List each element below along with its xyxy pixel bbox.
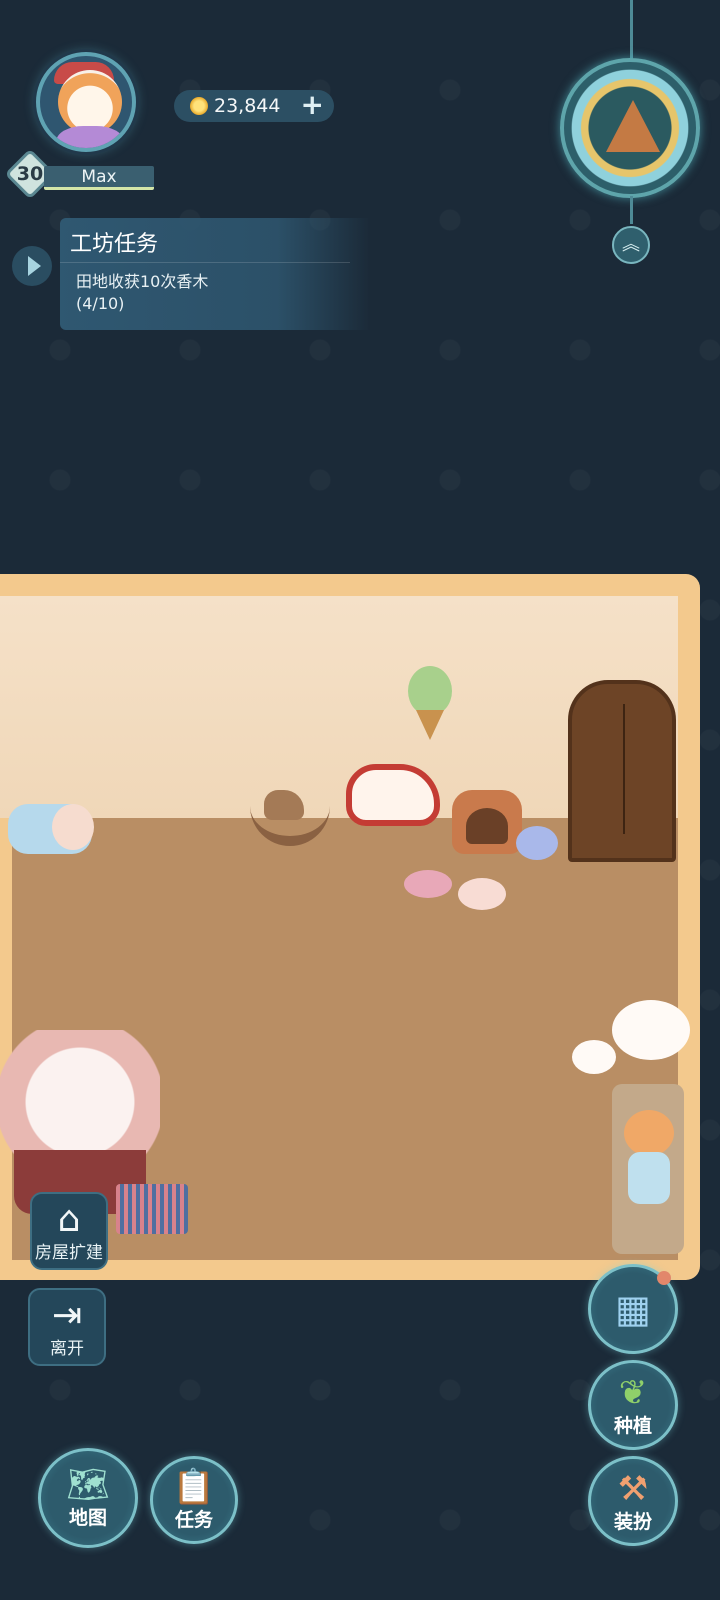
- toy-trumpet[interactable]: [404, 870, 452, 898]
- player-name: Max: [44, 166, 154, 190]
- quest-panel[interactable]: 工坊任务 田地收获10次香木 (4/10): [60, 218, 370, 330]
- dressup-label: 装扮: [613, 1511, 652, 1533]
- cupcake-stool[interactable]: [572, 1040, 616, 1074]
- task-button[interactable]: 📋 任务: [150, 1456, 238, 1544]
- house-expand-button[interactable]: ⌂ 房屋扩建: [30, 1192, 108, 1270]
- notification-dot: [657, 1271, 671, 1285]
- house-icon: ⌂: [57, 1199, 81, 1240]
- sleeping-corgi[interactable]: [624, 1110, 674, 1210]
- sleeping-character[interactable]: [8, 804, 94, 854]
- sleigh-bed[interactable]: [346, 764, 440, 826]
- coin-icon: [190, 97, 208, 115]
- add-coins-button[interactable]: +: [301, 90, 324, 120]
- flower-cushion[interactable]: [516, 826, 558, 860]
- task-label: 任务: [174, 1509, 213, 1531]
- cat-house[interactable]: [452, 790, 522, 854]
- map-icon: 🗺: [66, 1465, 110, 1505]
- quest-description: 田地收获10次香木: [76, 272, 209, 291]
- leave-label: 离开: [50, 1339, 84, 1359]
- clipboard-icon: 📋: [172, 1467, 216, 1507]
- player-avatar[interactable]: [36, 52, 136, 152]
- quest-progress: (4/10): [76, 294, 125, 313]
- quest-toggle-button[interactable]: [12, 246, 52, 286]
- tent-icon: [606, 100, 660, 152]
- woven-basket[interactable]: [116, 1184, 188, 1234]
- wardrobe[interactable]: [568, 680, 676, 862]
- house-expand-label: 房屋扩建: [35, 1243, 103, 1263]
- cupcake-table[interactable]: [612, 1000, 690, 1060]
- leave-button[interactable]: ⇥ 离开: [28, 1288, 106, 1366]
- quest-divider: [60, 262, 350, 263]
- coin-value: 23,844: [214, 95, 281, 117]
- dressup-button[interactable]: ⚒ 装扮: [588, 1456, 678, 1546]
- paw-cushion[interactable]: [458, 878, 506, 910]
- play-icon: [28, 256, 41, 276]
- avatar-face: [58, 70, 122, 134]
- layout-button[interactable]: ▦: [588, 1264, 678, 1354]
- compass-stem: [630, 196, 633, 224]
- coin-balance: 23,844 +: [174, 90, 334, 122]
- map-label: 地图: [68, 1507, 107, 1529]
- layout-icon: ▦: [615, 1287, 651, 1331]
- sprout-icon: ❦: [618, 1373, 648, 1413]
- compass-chain: [630, 0, 633, 62]
- giant-cupcake[interactable]: [0, 1030, 160, 1214]
- plant-button[interactable]: ❦ 种植: [588, 1360, 678, 1450]
- ice-cream-wall-lamp[interactable]: [408, 666, 452, 740]
- plant-label: 种植: [613, 1415, 652, 1437]
- chevron-up-icon[interactable]: ︽: [612, 226, 650, 264]
- map-button[interactable]: 🗺 地图: [38, 1448, 138, 1548]
- quest-title: 工坊任务: [70, 232, 159, 257]
- level-number: 30: [16, 163, 44, 185]
- exit-icon: ⇥: [51, 1295, 83, 1336]
- hammer-icon: ⚒: [617, 1469, 649, 1509]
- season-compass[interactable]: [560, 58, 700, 198]
- avatar-body: [56, 126, 124, 148]
